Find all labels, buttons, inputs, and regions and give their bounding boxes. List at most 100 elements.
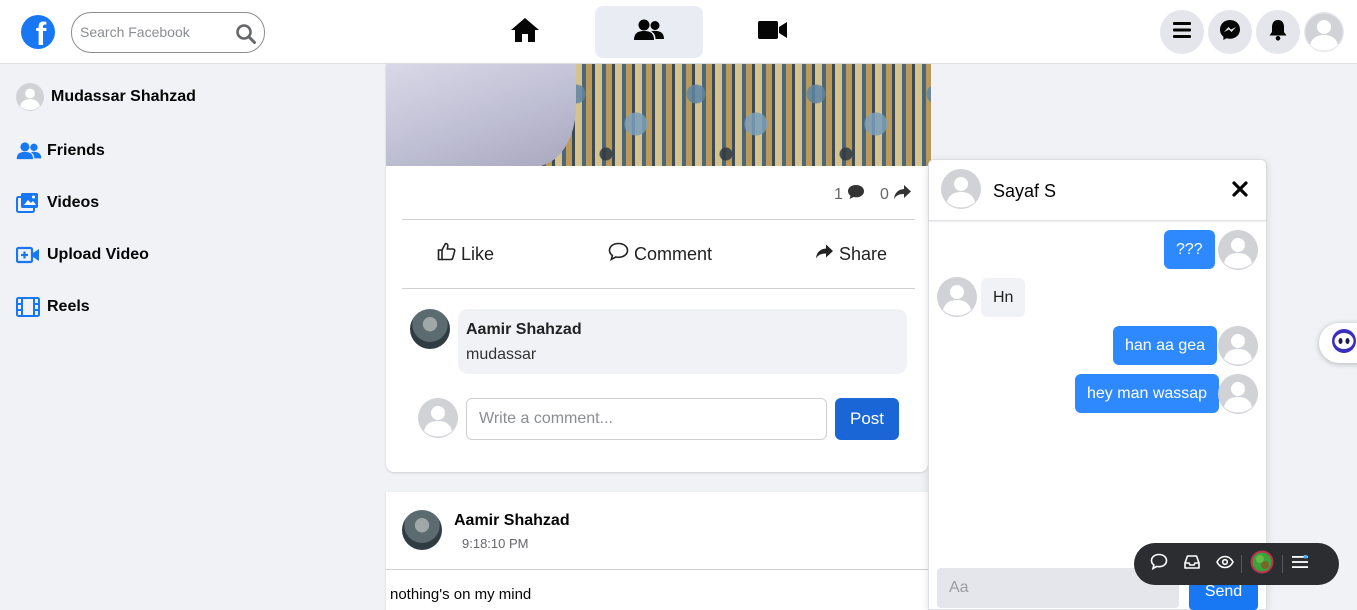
eye-icon: [1215, 555, 1234, 574]
chat-bubble-icon: [1150, 553, 1168, 575]
messenger-button[interactable]: [1208, 10, 1252, 54]
sidebar-item-friends[interactable]: Friends: [16, 136, 105, 166]
close-chat-button[interactable]: [1231, 180, 1249, 203]
assistant-widget-button[interactable]: [1319, 323, 1357, 363]
author-avatar[interactable]: [402, 510, 442, 550]
chat-contact-avatar[interactable]: [941, 169, 981, 214]
tab-home[interactable]: [471, 6, 579, 58]
close-icon: [1231, 181, 1249, 202]
facebook-logo-letter: f: [35, 16, 47, 49]
friends-icon: [16, 142, 42, 160]
comment-icon: [608, 242, 629, 266]
floating-toolbar: [1134, 543, 1339, 585]
divider: [402, 288, 915, 289]
comment-bubble: Aamir Shahzad mudassar: [458, 309, 907, 374]
facebook-logo[interactable]: f: [21, 15, 55, 49]
outgoing-message: han aa gea: [1113, 326, 1218, 365]
message-avatar: [1218, 374, 1258, 419]
sidebar-item-label: Friends: [47, 142, 105, 159]
menu-icon: [1173, 21, 1191, 43]
sidebar-item-reels[interactable]: Reels: [16, 292, 90, 322]
upload-video-icon: [16, 246, 42, 264]
divider: [402, 219, 915, 220]
bell-icon: [1268, 19, 1288, 46]
incoming-message: Hn: [981, 278, 1026, 317]
current-user-avatar: [418, 398, 458, 443]
default-avatar-icon: [1218, 326, 1258, 370]
sidebar-item-videos[interactable]: Videos: [16, 188, 99, 218]
notifications-button[interactable]: [1256, 10, 1300, 54]
default-avatar-icon: [1218, 230, 1258, 274]
tab-videos[interactable]: [719, 6, 827, 58]
visibility-button[interactable]: [1208, 543, 1241, 585]
comment-count[interactable]: 1: [834, 184, 865, 205]
tab-friends[interactable]: [595, 6, 703, 58]
like-label: Like: [461, 243, 495, 264]
post-card: Aamir Shahzad 9:18:10 PM nothing's on my…: [386, 492, 928, 610]
home-icon: [510, 17, 540, 48]
default-avatar-icon: [941, 169, 981, 213]
search-box[interactable]: [71, 12, 265, 53]
commenter-avatar[interactable]: [410, 309, 450, 349]
menu-button[interactable]: [1160, 10, 1204, 54]
thumbs-up-icon: [437, 242, 456, 266]
search-icon[interactable]: [235, 23, 257, 50]
inbox-icon: [1183, 554, 1201, 575]
robot-face-icon: [1331, 328, 1357, 359]
color-orb-icon: [1250, 550, 1274, 579]
like-button[interactable]: Like: [437, 239, 494, 269]
reels-icon: [16, 297, 42, 317]
top-navbar: f: [0, 0, 1357, 64]
share-label: Share: [839, 243, 888, 264]
message-avatar: [1218, 326, 1258, 371]
post-comment-button[interactable]: Post: [835, 398, 899, 440]
post-photo[interactable]: [386, 64, 931, 166]
chat-contact-name[interactable]: Sayaf S: [993, 181, 1056, 202]
comment-author[interactable]: Aamir Shahzad: [466, 321, 582, 339]
comment-label: Comment: [634, 243, 713, 264]
videos-icon: [16, 192, 42, 214]
post-photo-cloth: [386, 64, 576, 166]
outgoing-message: hey man wassap: [1075, 374, 1220, 413]
post-card: 1 0 Like Comment Share Aamir Shahzad mud…: [386, 64, 931, 472]
messenger-icon: [1219, 19, 1241, 46]
post-photo-pattern: [546, 64, 931, 166]
comment-button[interactable]: Comment: [608, 239, 712, 269]
default-avatar-icon: [418, 398, 458, 442]
profile-avatar-icon: [16, 83, 46, 111]
share-count[interactable]: 0: [880, 184, 912, 205]
divider: [386, 569, 928, 570]
message-avatar: [1218, 230, 1258, 275]
toolbar-menu-button[interactable]: [1283, 543, 1316, 585]
sidebar-item-label: Mudassar Shahzad: [51, 88, 196, 105]
sidebar-item-label: Videos: [47, 194, 100, 211]
search-input[interactable]: [80, 24, 230, 40]
sidebar-item-profile[interactable]: Mudassar Shahzad: [16, 82, 196, 112]
friends-icon: [634, 19, 664, 46]
comment-count-value: 1: [834, 185, 843, 203]
post-timestamp: 9:18:10 PM: [462, 536, 529, 551]
menu-icon: [1291, 554, 1308, 574]
share-arrow-icon: [893, 184, 912, 205]
sidebar-item-label: Upload Video: [47, 246, 149, 263]
post-author[interactable]: Aamir Shahzad: [454, 512, 570, 530]
comment-text: mudassar: [466, 346, 537, 363]
default-avatar-icon: [1218, 374, 1258, 418]
post-text: nothing's on my mind: [390, 586, 532, 603]
color-orb-button[interactable]: [1242, 543, 1282, 585]
default-avatar-icon: [1304, 12, 1344, 56]
share-count-value: 0: [880, 185, 889, 203]
share-icon: [815, 243, 834, 265]
outgoing-message: ???: [1164, 230, 1215, 269]
inbox-button[interactable]: [1175, 543, 1208, 585]
comment-input[interactable]: [466, 398, 827, 440]
account-avatar[interactable]: [1304, 12, 1344, 57]
chat-bubble-button[interactable]: [1142, 543, 1175, 585]
chat-header: Sayaf S: [929, 160, 1266, 221]
video-camera-icon: [758, 20, 788, 45]
comment-bubble-icon: [847, 184, 865, 205]
message-avatar: [937, 277, 977, 322]
sidebar-item-upload-video[interactable]: Upload Video: [16, 240, 149, 270]
share-button[interactable]: Share: [815, 239, 887, 269]
sidebar-item-label: Reels: [47, 298, 90, 315]
